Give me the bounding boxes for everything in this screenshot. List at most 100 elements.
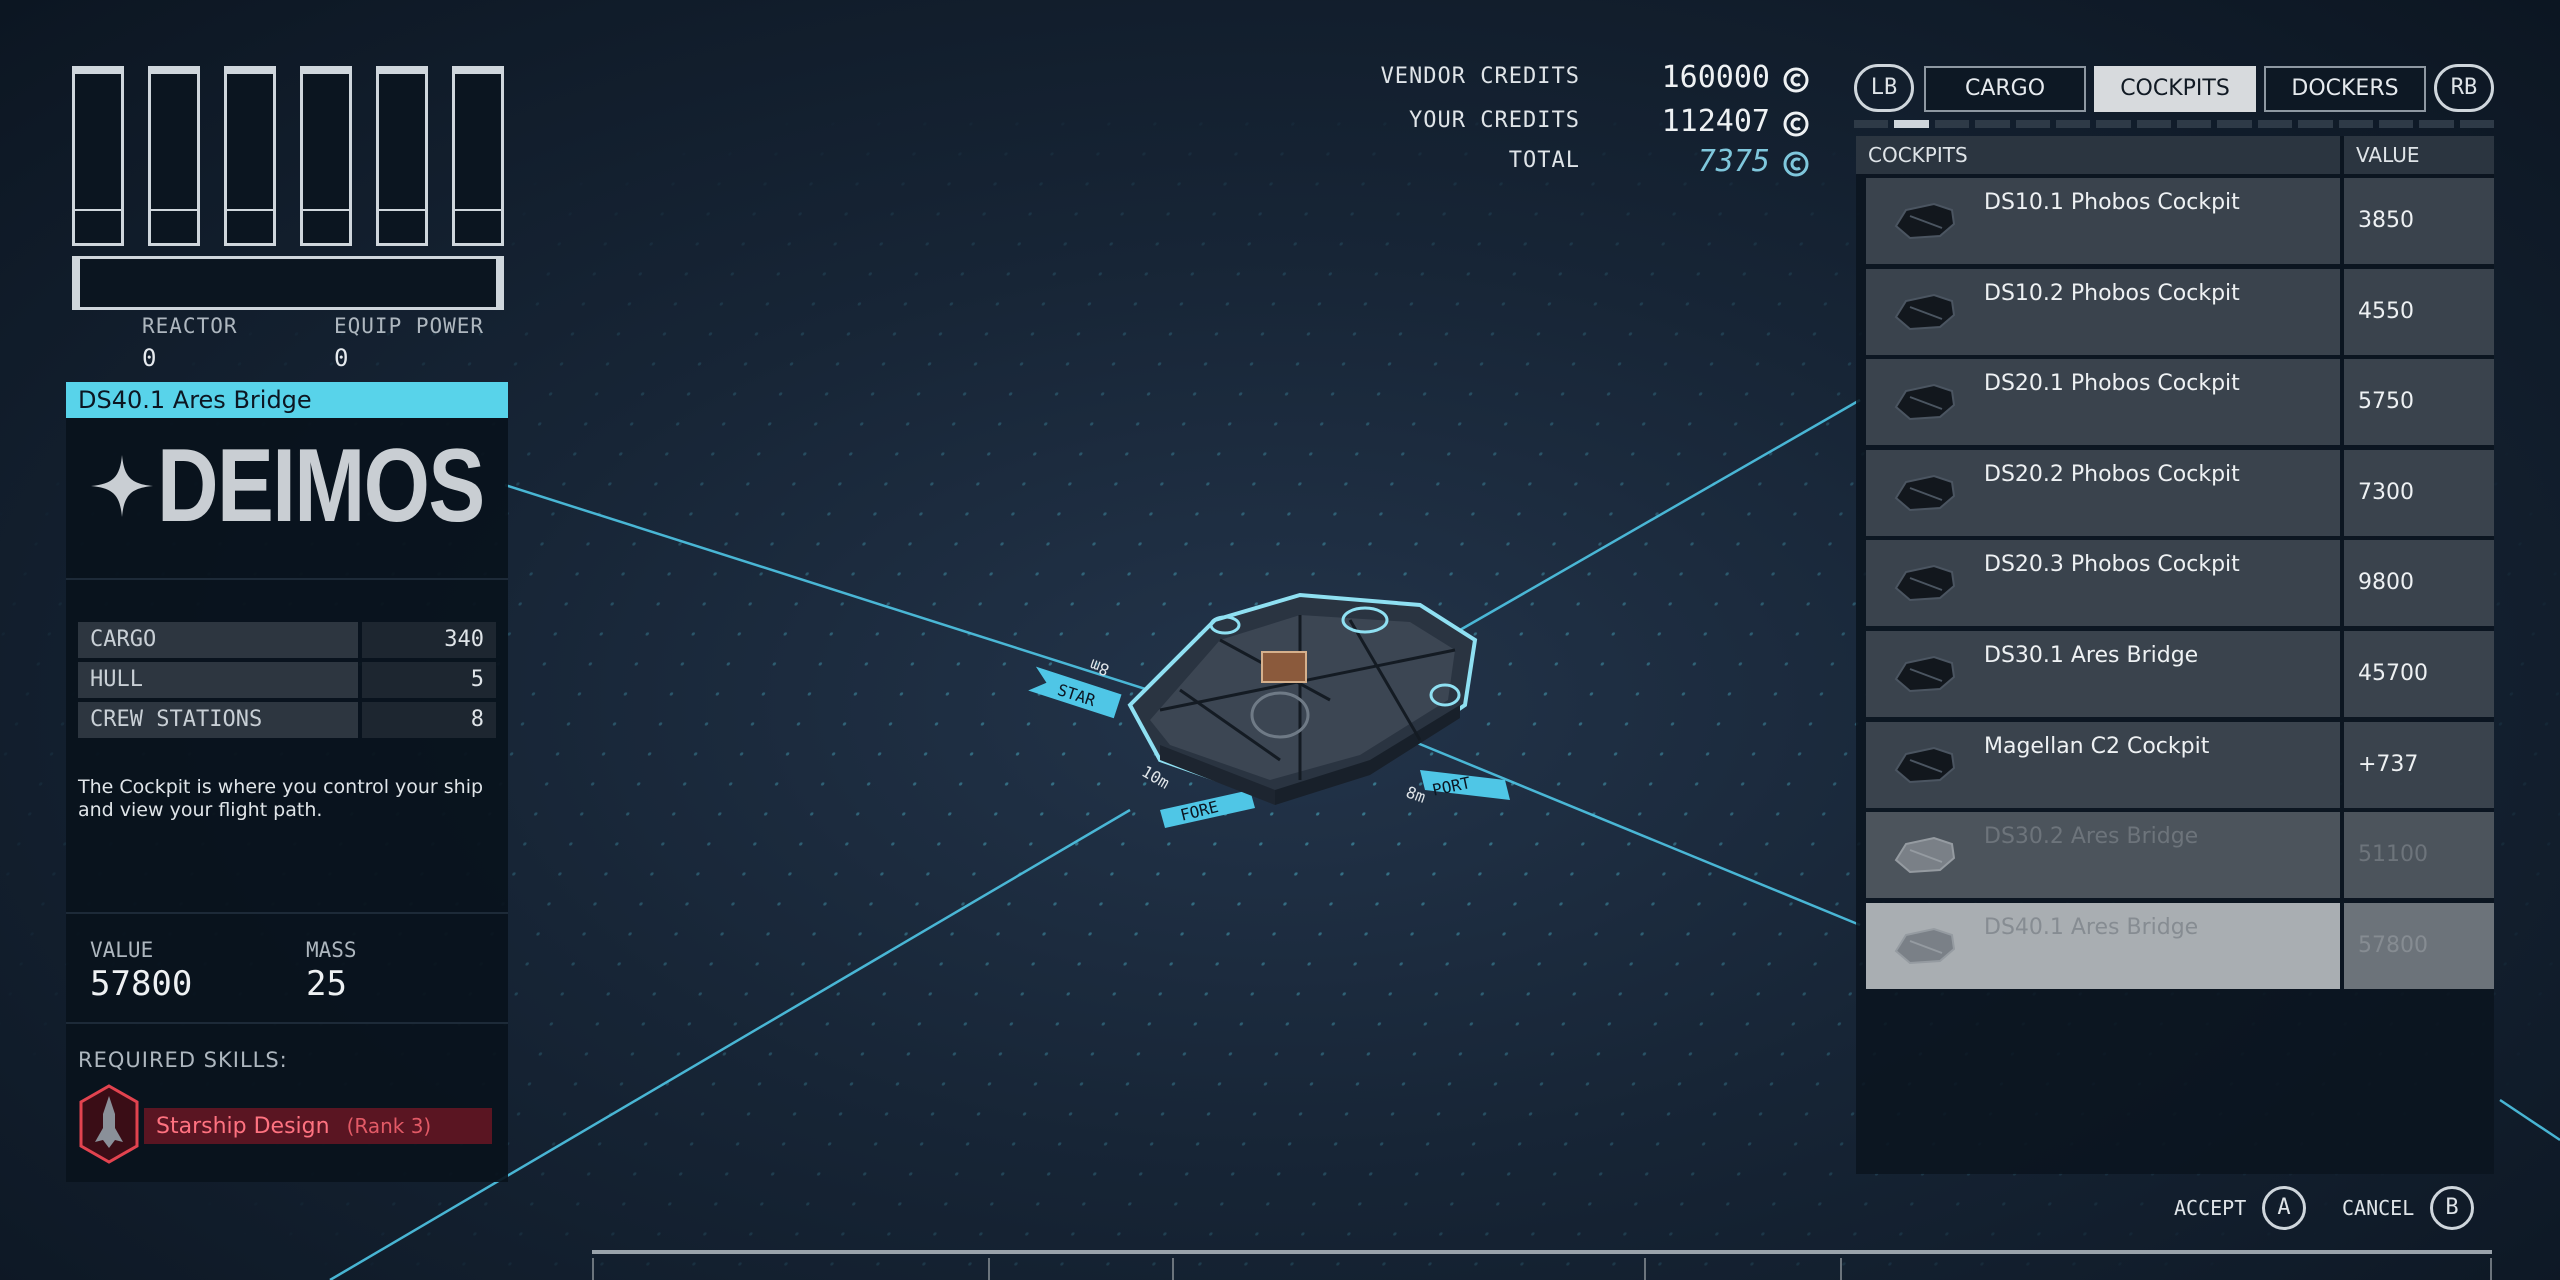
- total-label: TOTAL: [1508, 148, 1580, 173]
- list-item-value: 7300: [2344, 449, 2494, 536]
- page-tick: [1975, 120, 2010, 128]
- list-item-value: 51100: [2344, 812, 2494, 899]
- mass-block: MASS 25: [306, 938, 357, 1004]
- page-tick: [2459, 120, 2494, 128]
- bottom-divider: [592, 1250, 2492, 1254]
- power-allocation-bars: [72, 66, 504, 318]
- tab-cockpits[interactable]: COCKPITS: [2094, 66, 2256, 112]
- power-bar: [72, 66, 124, 246]
- list-item[interactable]: DS40.1 Ares Bridge 57800: [1866, 902, 2494, 989]
- list-item[interactable]: DS20.1 Phobos Cockpit 5750: [1866, 359, 2494, 446]
- col-header-value: VALUE: [2344, 136, 2494, 174]
- tab-dockers[interactable]: DOCKERS: [2264, 66, 2426, 112]
- total-row: TOTAL 7375: [1340, 144, 1820, 188]
- bottom-ruler: [592, 1258, 2492, 1280]
- power-bar: [300, 66, 352, 246]
- cockpit-thumbnail-icon: [1894, 927, 1956, 964]
- list-item-name-cell[interactable]: DS10.2 Phobos Cockpit: [1866, 268, 2340, 355]
- module-description: The Cockpit is where you control your sh…: [78, 776, 484, 821]
- list-item-name-cell[interactable]: DS20.2 Phobos Cockpit: [1866, 449, 2340, 536]
- page-tick: [2217, 120, 2252, 128]
- list-item-value: 9800: [2344, 540, 2494, 627]
- list-item[interactable]: DS10.2 Phobos Cockpit 4550: [1866, 268, 2494, 355]
- list-item[interactable]: DS20.2 Phobos Cockpit 7300: [1866, 449, 2494, 536]
- skill-rank: (Rank 3): [346, 1114, 432, 1138]
- page-tick: [2419, 120, 2454, 128]
- page-tick: [2257, 120, 2293, 128]
- cockpit-list: COCKPITS VALUE DS10.1 Phobos Cockpit 3850…: [1856, 136, 2494, 1174]
- credits-icon: [1783, 111, 1809, 137]
- credits-icon: [1783, 67, 1809, 93]
- module-stats: CARGO 340 HULL 5 CREW STATIONS 8: [78, 622, 496, 742]
- stat-name: CARGO: [78, 622, 358, 658]
- reactor-label: REACTOR: [142, 314, 238, 338]
- divider: [66, 578, 508, 580]
- list-item-name-cell[interactable]: DS20.3 Phobos Cockpit: [1866, 540, 2340, 627]
- accept-a-button[interactable]: A: [2262, 1186, 2306, 1230]
- stat-row-crew-stations: CREW STATIONS 8: [78, 702, 496, 738]
- list-item-name: DS10.2 Phobos Cockpit: [1984, 280, 2240, 306]
- accept-label[interactable]: ACCEPT: [2174, 1196, 2246, 1220]
- stat-name: CREW STATIONS: [78, 702, 358, 738]
- manufacturer-logo: DEIMOS: [66, 426, 508, 546]
- credits-icon: [1783, 151, 1809, 177]
- cockpit-thumbnail-icon: [1894, 202, 1956, 240]
- divider: [66, 1022, 508, 1024]
- cockpit-thumbnail-icon: [1894, 384, 1956, 421]
- stat-value: 8: [362, 702, 496, 738]
- deimos-star-icon: [90, 455, 153, 517]
- equip-power-label: EQUIP POWER: [334, 314, 485, 338]
- total-value: 7375: [1697, 144, 1770, 179]
- page-tick: [2338, 120, 2373, 128]
- tab-cargo[interactable]: CARGO: [1924, 66, 2086, 112]
- cockpit-thumbnail-icon: [1894, 565, 1956, 602]
- page-tick: [1934, 120, 1970, 128]
- list-item-name-cell[interactable]: DS40.1 Ares Bridge: [1866, 902, 2340, 989]
- page-tick: [2298, 120, 2333, 128]
- list-item-name: DS40.1 Ares Bridge: [1984, 914, 2199, 940]
- list-item-name-cell[interactable]: DS30.1 Ares Bridge: [1866, 631, 2340, 717]
- manufacturer-name: DEIMOS: [156, 427, 485, 544]
- stat-name: HULL: [78, 662, 358, 698]
- category-tabs: LB CARGO COCKPITS DOCKERS RB: [1854, 64, 2494, 124]
- list-item[interactable]: DS20.3 Phobos Cockpit 9800: [1866, 540, 2494, 627]
- cockpit-thumbnail-icon: [1894, 655, 1956, 693]
- power-bar: [452, 66, 504, 246]
- power-labels: REACTOR 0 EQUIP POWER 0: [72, 314, 504, 374]
- your-credits-label: YOUR CREDITS: [1409, 108, 1580, 133]
- list-item-value: 57800: [2344, 902, 2494, 989]
- page-tick: [2015, 120, 2050, 128]
- col-header-name: COCKPITS: [1856, 136, 2340, 174]
- skill-name: Starship Design: [156, 1114, 330, 1139]
- list-item-name-cell[interactable]: DS10.1 Phobos Cockpit: [1866, 178, 2340, 264]
- cancel-b-button[interactable]: B: [2430, 1186, 2474, 1230]
- mass-amount: 25: [306, 964, 347, 1004]
- list-item-value: 3850: [2344, 178, 2494, 264]
- list-item-name-cell[interactable]: DS30.2 Ares Bridge: [1866, 812, 2340, 899]
- rb-button[interactable]: RB: [2434, 64, 2494, 112]
- list-item[interactable]: Magellan C2 Cockpit +737: [1866, 721, 2494, 808]
- reactor-value: 0: [142, 344, 157, 372]
- page-tick: [2055, 120, 2091, 128]
- page-tick: [2136, 120, 2171, 128]
- list-item[interactable]: DS30.2 Ares Bridge 51100: [1866, 812, 2494, 899]
- list-item-name: DS20.3 Phobos Cockpit: [1984, 552, 2240, 578]
- cockpit-thumbnail-icon: [1894, 474, 1956, 511]
- skill-bar: Starship Design (Rank 3): [144, 1108, 492, 1144]
- list-item-name-cell[interactable]: Magellan C2 Cockpit: [1866, 721, 2340, 808]
- stat-value: 340: [362, 622, 496, 658]
- reactor-power-bar: [72, 256, 504, 310]
- list-item-name: DS20.1 Phobos Cockpit: [1984, 371, 2240, 397]
- list-item[interactable]: DS10.1 Phobos Cockpit 3850: [1866, 178, 2494, 264]
- page-tick: [2378, 120, 2414, 128]
- list-item[interactable]: DS30.1 Ares Bridge 45700: [1866, 631, 2494, 717]
- value-amount: 57800: [90, 964, 193, 1004]
- list-item-name: DS30.1 Ares Bridge: [1984, 643, 2199, 668]
- module-title: DS40.1 Ares Bridge: [66, 382, 508, 418]
- list-item-name-cell[interactable]: DS20.1 Phobos Cockpit: [1866, 359, 2340, 446]
- lb-button[interactable]: LB: [1854, 64, 1914, 112]
- power-bar: [148, 66, 200, 246]
- power-bar: [376, 66, 428, 246]
- your-credits-row: YOUR CREDITS 112407: [1340, 104, 1820, 148]
- cancel-label[interactable]: CANCEL: [2342, 1196, 2414, 1220]
